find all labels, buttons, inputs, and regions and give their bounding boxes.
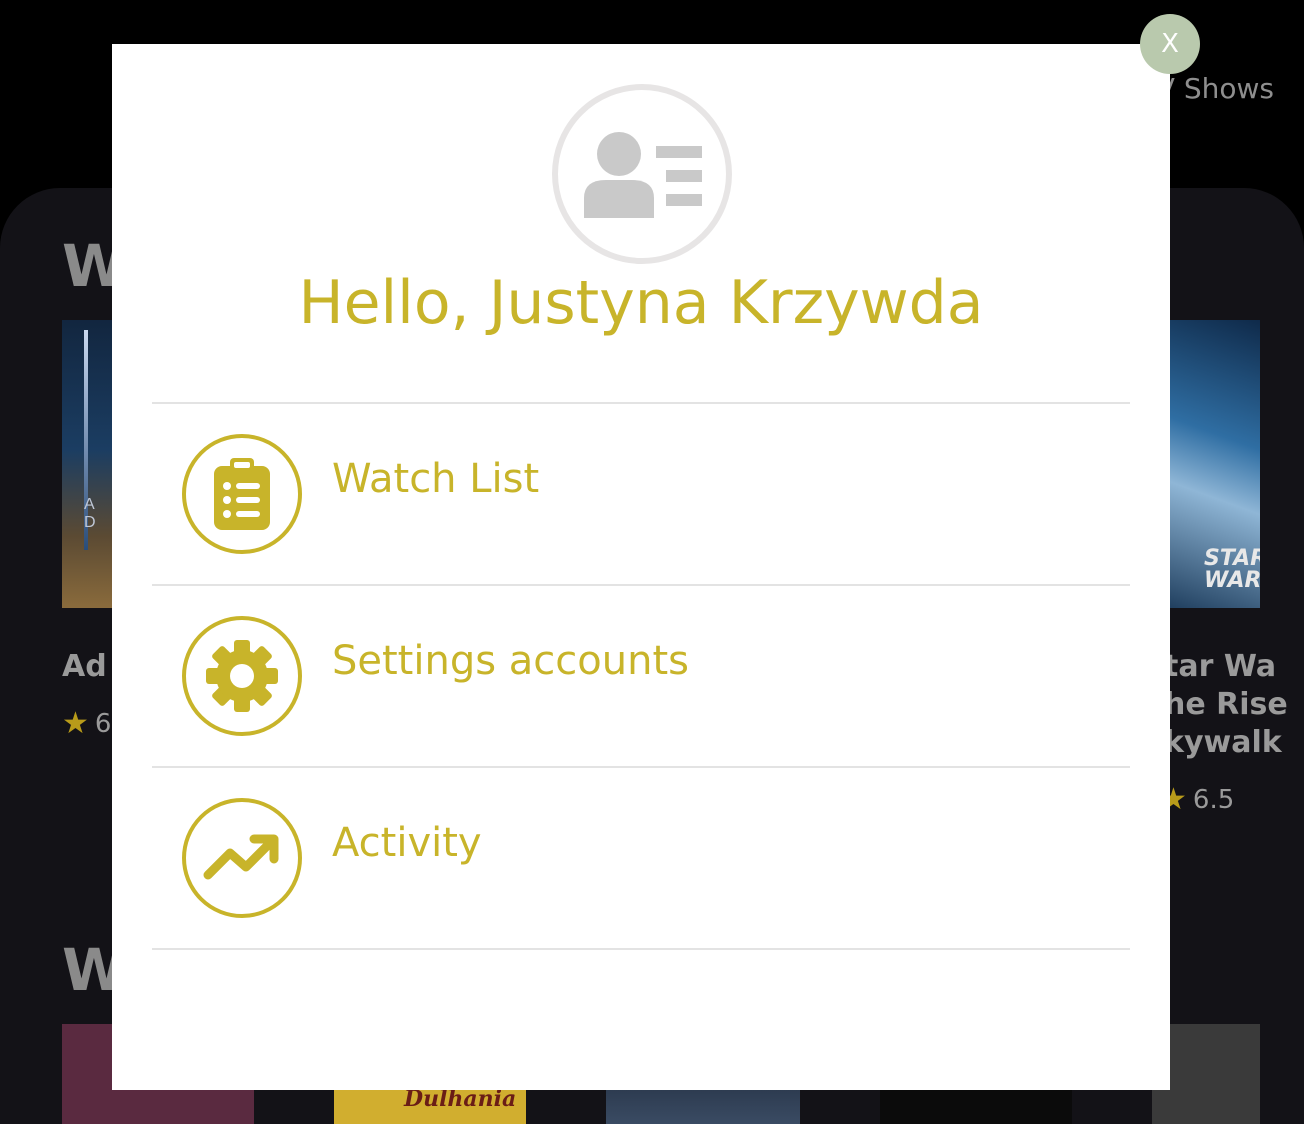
movie-title[interactable]: tar Wa he Rise kywalk — [1164, 648, 1288, 762]
trending-up-icon — [182, 798, 302, 918]
profile-menu: Watch List Settings accounts Activity — [152, 402, 1130, 950]
nav-link-tv-shows[interactable]: V Shows — [1156, 72, 1274, 105]
movie-rating: ★ 6 — [62, 706, 111, 741]
gear-icon — [182, 616, 302, 736]
menu-item-label: Watch List — [332, 456, 540, 502]
menu-item-label: Settings accounts — [332, 638, 689, 684]
menu-item-settings-accounts[interactable]: Settings accounts — [152, 586, 1130, 766]
title-line: he Rise — [1164, 687, 1288, 722]
clipboard-list-icon — [182, 434, 302, 554]
poster-text: STAR WAR — [1204, 546, 1260, 593]
title-line: kywalk — [1164, 725, 1282, 760]
rating-value: 6 — [94, 708, 112, 739]
profile-modal: Hello, Justyna Krzywda Watch List Settin… — [112, 44, 1170, 1090]
star-icon: ★ — [62, 706, 89, 741]
user-card-icon — [584, 132, 702, 218]
divider — [152, 948, 1130, 950]
close-button[interactable]: X — [1140, 14, 1200, 74]
movie-poster[interactable]: STAR WAR — [1160, 320, 1260, 608]
menu-item-activity[interactable]: Activity — [152, 768, 1130, 948]
menu-item-watch-list[interactable]: Watch List — [152, 404, 1130, 584]
greeting-heading: Hello, Justyna Krzywda — [298, 268, 984, 338]
avatar — [552, 84, 732, 264]
menu-item-label: Activity — [332, 820, 482, 866]
movie-rating: ★ 6.5 — [1160, 782, 1234, 817]
rating-value: 6.5 — [1192, 784, 1235, 815]
title-line: tar Wa — [1164, 649, 1277, 684]
